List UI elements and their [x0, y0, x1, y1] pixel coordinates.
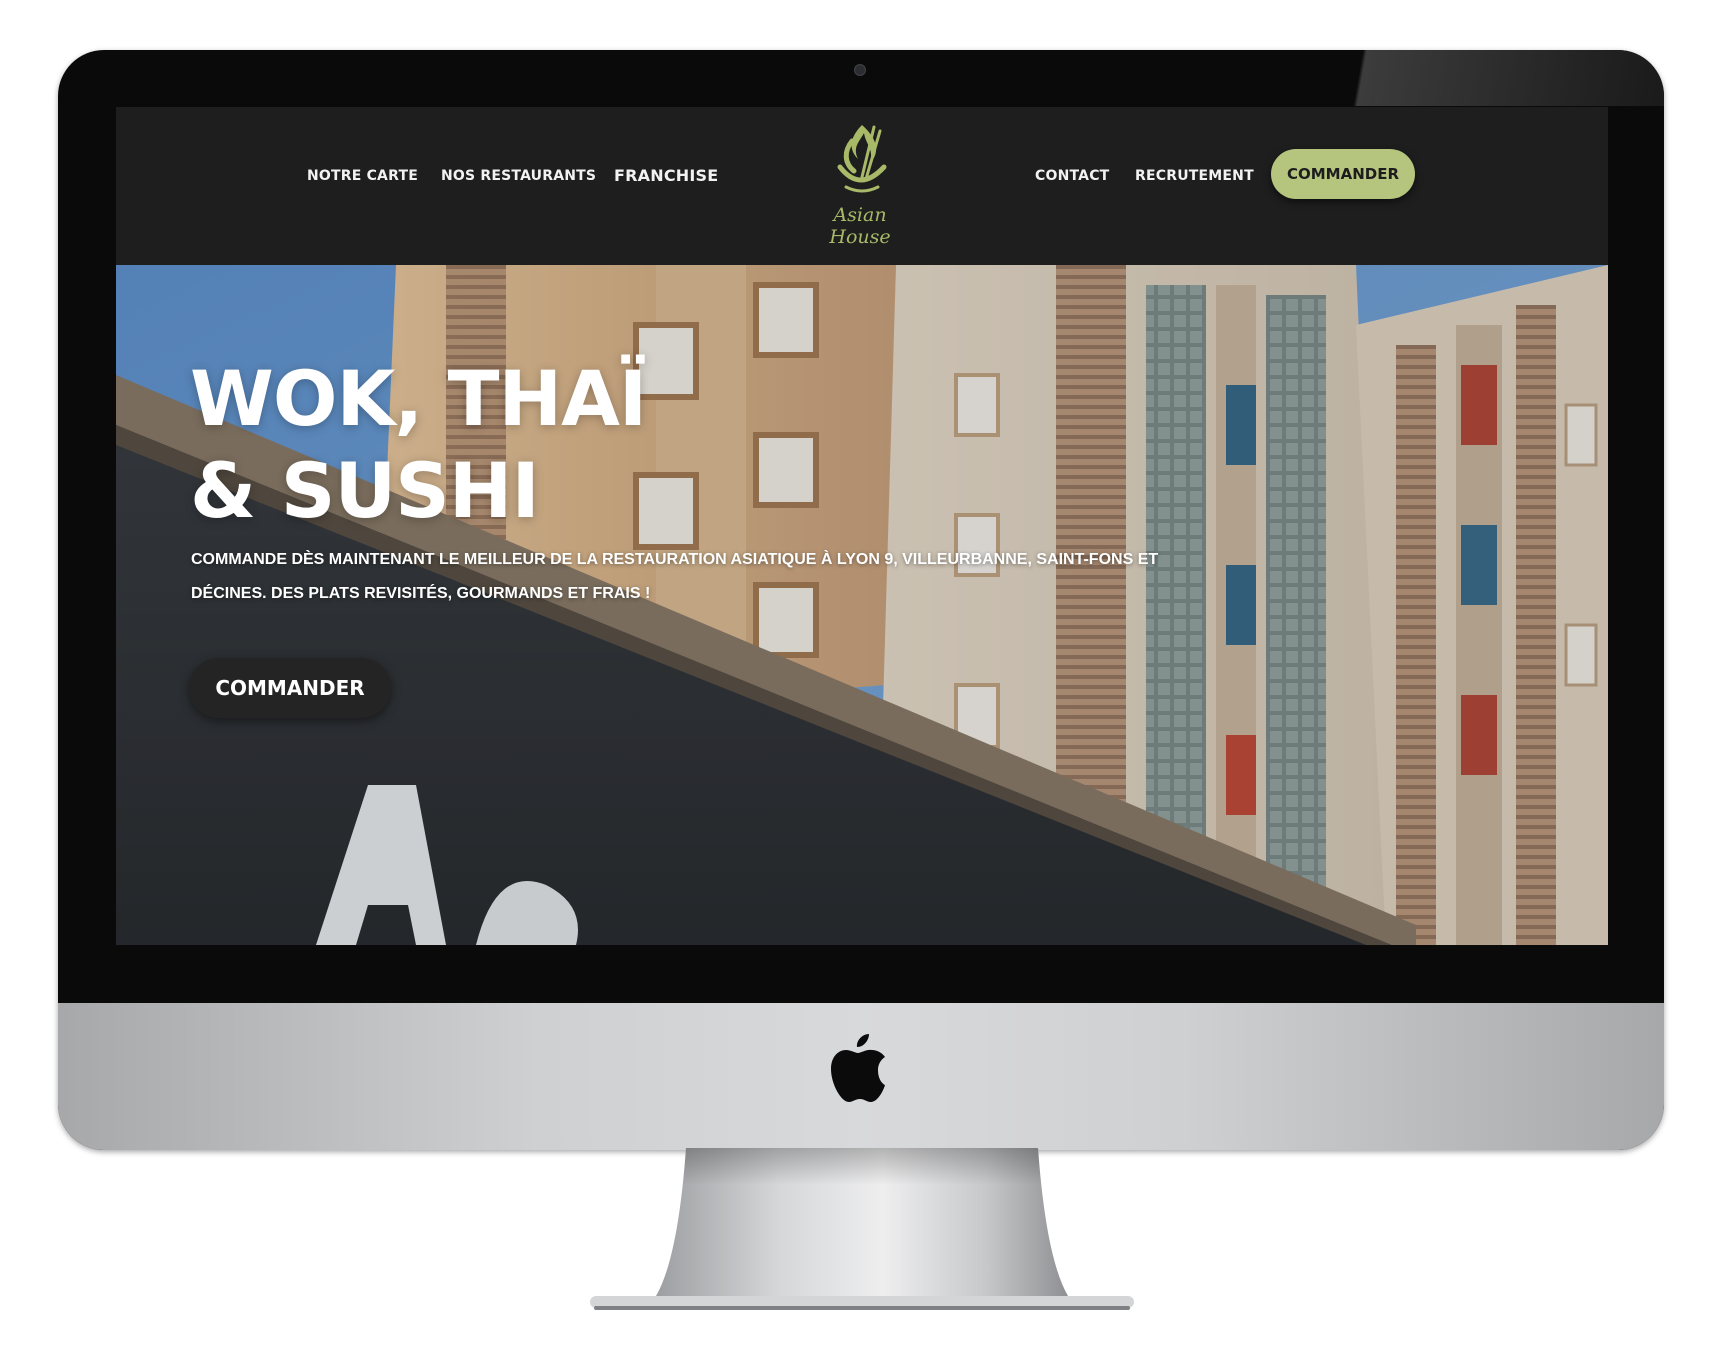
hero-commander-button[interactable]: COMMANDER — [189, 658, 391, 718]
asian-house-flame-bowl-icon — [837, 125, 887, 193]
bezel-glare — [1304, 50, 1664, 106]
camera-icon — [854, 64, 866, 76]
hero-title: WOK, THAÏ & SUSHI — [190, 353, 647, 537]
nav-nos-restaurants[interactable]: NOS RESTAURANTS — [441, 168, 596, 184]
header-commander-button[interactable]: COMMANDER — [1271, 149, 1415, 199]
hero-subtitle: COMMANDE DÈS MAINTENANT LE MEILLEUR DE L… — [191, 551, 1159, 602]
hero-section: WOK, THAÏ & SUSHI COMMANDE DÈS MAINTENAN… — [116, 265, 1608, 945]
logo-text: Asian House — [829, 204, 891, 248]
hero-title-line-1: WOK, THAÏ — [190, 354, 647, 443]
nav-recrutement[interactable]: RECRUTEMENT — [1135, 168, 1254, 184]
nav-franchise[interactable]: FRANCHISE — [614, 166, 718, 185]
site-logo[interactable]: Asian House — [800, 119, 920, 248]
hero-title-line-2: & SUSHI — [190, 446, 540, 535]
nav-contact[interactable]: CONTACT — [1035, 168, 1109, 184]
site-header: NOTRE CARTE NOS RESTAURANTS FRANCHISE As… — [116, 107, 1608, 265]
nav-notre-carte[interactable]: NOTRE CARTE — [307, 168, 418, 184]
imac-stand — [590, 1148, 1134, 1310]
imac-mockup: NOTRE CARTE NOS RESTAURANTS FRANCHISE As… — [0, 0, 1713, 1366]
website-screen: NOTRE CARTE NOS RESTAURANTS FRANCHISE As… — [116, 107, 1608, 945]
apple-icon — [831, 1034, 885, 1102]
